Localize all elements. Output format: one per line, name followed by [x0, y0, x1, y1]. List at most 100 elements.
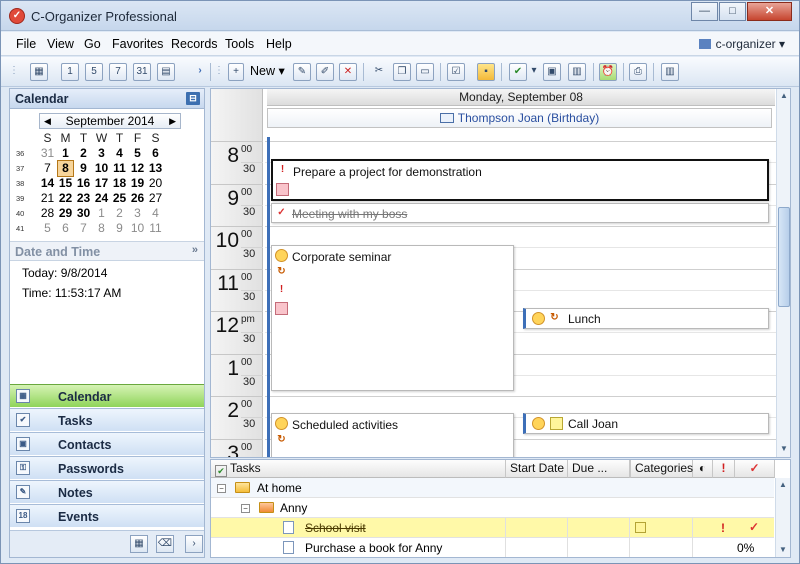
tasks-column-header[interactable]: ✔ Tasks — [211, 460, 506, 478]
calendar-day[interactable]: 10 — [130, 221, 145, 236]
reminder-icon[interactable]: ⏰ — [599, 63, 617, 81]
calendar-day[interactable]: 30 — [76, 206, 91, 221]
menu-favorites[interactable]: Favorites — [112, 37, 163, 51]
calendar-day[interactable]: 19 — [130, 176, 145, 191]
new-button[interactable]: New ▾ — [250, 63, 285, 78]
calendar-day[interactable]: 18 — [112, 176, 127, 191]
collapse-icon[interactable]: − — [241, 504, 250, 513]
new-event-icon[interactable]: ▥ — [568, 63, 586, 81]
calendar-day[interactable]: 3 — [94, 146, 109, 161]
maximize-button[interactable]: □ — [719, 2, 746, 21]
start-date-column-header[interactable]: Start Date — [506, 460, 568, 478]
calendar-day[interactable]: 11 — [148, 221, 163, 236]
appointment-seminar[interactable]: Corporate seminar ↻ ! — [271, 245, 514, 391]
calendar-day[interactable]: 28 — [40, 206, 55, 221]
collapse-icon[interactable]: − — [217, 484, 226, 493]
scroll-up-icon[interactable]: ▲ — [778, 90, 790, 103]
edit-icon[interactable]: ✎ — [293, 63, 311, 81]
appointment-scheduled[interactable]: Scheduled activities ↻ — [271, 413, 514, 457]
birthday-banner[interactable]: Thompson Joan (Birthday) — [267, 108, 772, 128]
columns-icon[interactable]: ▥ — [661, 63, 679, 81]
appointment-meeting[interactable]: ✓ Meeting with my boss — [271, 203, 769, 223]
calendar-day[interactable]: 5 — [40, 221, 55, 236]
calendar-day[interactable]: 24 — [94, 191, 109, 206]
nav-contacts[interactable]: ▣ Contacts — [10, 432, 204, 455]
calendar-day[interactable]: 29 — [58, 206, 73, 221]
task-person-row[interactable]: − Anny — [211, 498, 774, 518]
due-date-column-header[interactable]: Due ... — [568, 460, 630, 478]
calendar-day[interactable]: 3 — [130, 206, 145, 221]
select-all-icon[interactable]: ☑ — [447, 63, 465, 81]
print-preview-icon[interactable]: ⎙ — [629, 63, 647, 81]
calendar-day[interactable]: 6 — [148, 146, 163, 161]
task-row[interactable]: Purchase a book for Anny 0% — [211, 538, 774, 557]
task-group-row[interactable]: − At home — [211, 478, 774, 498]
calendar-day[interactable]: 15 — [58, 176, 73, 191]
scroll-thumb[interactable] — [778, 207, 790, 307]
calendar-day[interactable]: 26 — [130, 191, 145, 206]
calendar-day[interactable]: 4 — [148, 206, 163, 221]
pin-icon[interactable]: ⊟ — [186, 92, 200, 105]
calendar-day[interactable]: 8 — [94, 221, 109, 236]
delete-icon[interactable]: ✕ — [339, 63, 357, 81]
calendar-day[interactable]: 9 — [112, 221, 127, 236]
prev-month-icon[interactable]: ◀ — [44, 114, 51, 128]
scroll-up-icon[interactable]: ▲ — [777, 479, 789, 492]
nav-events[interactable]: 18 Events — [10, 504, 204, 527]
cut-icon[interactable]: ✂ — [370, 63, 388, 81]
close-button[interactable]: ✕ — [747, 2, 792, 21]
work-week-view-icon[interactable]: 5 — [85, 63, 103, 81]
copy-icon[interactable]: ❐ — [393, 63, 411, 81]
minimize-button[interactable]: — — [691, 2, 718, 21]
menu-go[interactable]: Go — [84, 37, 101, 51]
calendar-day[interactable]: 13 — [148, 161, 163, 176]
appointment-call[interactable]: Call Joan — [523, 413, 769, 434]
calendar-day[interactable]: 7 — [40, 161, 55, 176]
new-record-icon[interactable]: + — [228, 63, 244, 81]
user-selector[interactable]: c-organizer ▾ — [698, 37, 785, 51]
menu-file[interactable]: File — [16, 37, 36, 51]
categories-column-header[interactable]: Categories — [630, 460, 693, 478]
calendar-small-icon[interactable]: ▦ — [130, 535, 148, 553]
appointment-lunch[interactable]: ↻ Lunch — [523, 308, 769, 329]
calendar-day[interactable]: 23 — [76, 191, 91, 206]
menu-records[interactable]: Records — [171, 37, 218, 51]
tasks-scrollbar[interactable]: ▲ ▼ — [775, 478, 790, 557]
calendar-day[interactable]: 10 — [94, 161, 109, 176]
task-dropdown-icon[interactable]: ▾ — [529, 63, 539, 81]
calendar-day[interactable]: 1 — [94, 206, 109, 221]
calendar-day[interactable]: 17 — [94, 176, 109, 191]
nav-passwords[interactable]: ⚿ Passwords — [10, 456, 204, 479]
menu-help[interactable]: Help — [266, 37, 292, 51]
completed-check-icon[interactable]: ✓ — [749, 520, 759, 534]
calendar-day[interactable]: 2 — [76, 146, 91, 161]
new-task-icon[interactable]: ✔ — [509, 63, 527, 81]
next-month-icon[interactable]: ▶ — [169, 114, 176, 128]
task-row[interactable]: School visit ! ✓ — [211, 518, 774, 538]
scroll-down-icon[interactable]: ▼ — [778, 443, 790, 456]
calendar-day[interactable]: 16 — [76, 176, 91, 191]
menu-view[interactable]: View — [47, 37, 74, 51]
appointment-project[interactable]: ! Prepare a project for demonstration — [271, 159, 769, 201]
calendar-day[interactable]: 22 — [58, 191, 73, 206]
edit-pencil-icon[interactable]: ✐ — [316, 63, 334, 81]
calendar-day[interactable]: 20 — [148, 176, 163, 191]
nav-tasks[interactable]: ✔ Tasks — [10, 408, 204, 431]
calendar-day[interactable]: 4 — [112, 146, 127, 161]
priority-column-icon[interactable]: ! — [713, 460, 735, 478]
calendar-view-icon[interactable]: ▦ — [30, 63, 48, 81]
calendar-day[interactable]: 5 — [130, 146, 145, 161]
reminder-column-icon[interactable]: ◐ — [693, 460, 713, 478]
nav-calendar[interactable]: ▦ Calendar — [10, 384, 204, 407]
calendar-day[interactable]: 9 — [76, 161, 91, 176]
calendar-day[interactable]: 6 — [58, 221, 73, 236]
calendar-day[interactable]: 1 — [58, 146, 73, 161]
paste-icon[interactable]: ▭ — [416, 63, 434, 81]
chevron-right-icon[interactable]: › — [191, 63, 209, 81]
month-view-icon[interactable]: 31 — [133, 63, 151, 81]
week-view-icon[interactable]: 7 — [109, 63, 127, 81]
calendar-day[interactable]: 31 — [40, 146, 55, 161]
nav-notes[interactable]: ✎ Notes — [10, 480, 204, 503]
calendar-day[interactable]: 25 — [112, 191, 127, 206]
calendar-day[interactable]: 11 — [112, 161, 127, 176]
